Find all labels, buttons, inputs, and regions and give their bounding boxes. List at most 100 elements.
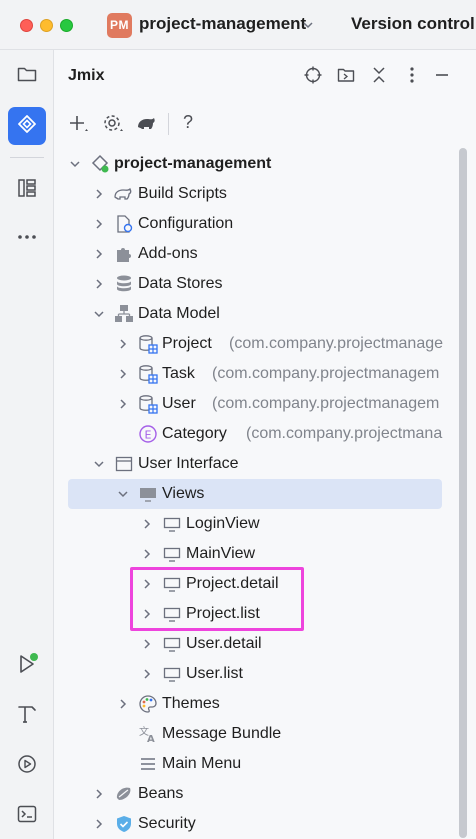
package-label: (com.company.projectmanagem [212, 395, 440, 412]
tree-item-user-entity[interactable]: User (com.company.projectmanagem [55, 389, 476, 419]
tree-item-message-bundle[interactable]: 文A Message Bundle [55, 719, 476, 749]
collapse-all-icon[interactable] [369, 65, 389, 85]
tree-item-views[interactable]: Views [55, 479, 476, 509]
settings-gear-icon[interactable] [102, 113, 124, 135]
tree-item-label: Main Menu [162, 755, 242, 772]
toolbar-divider [168, 113, 169, 135]
chevron-down-icon[interactable] [92, 457, 106, 471]
tree-item-user-detail[interactable]: User.detail [55, 629, 476, 659]
chevron-right-icon[interactable] [92, 247, 106, 261]
puzzle-icon [114, 244, 134, 264]
chevron-right-icon[interactable] [140, 607, 154, 621]
chevron-right-icon[interactable] [116, 337, 130, 351]
tree-item-add-ons[interactable]: Add-ons [55, 239, 476, 269]
structure-tool-button[interactable] [8, 171, 46, 209]
tree-item-label: User Interface [138, 455, 239, 472]
project-selector[interactable]: project-management [139, 14, 306, 34]
tool-window-strip [0, 50, 54, 839]
tree-item-user-list[interactable]: User.list [55, 659, 476, 689]
tree-item-security[interactable]: Security [55, 809, 476, 839]
tree-item-label: LoginView [186, 515, 260, 532]
options-menu-icon[interactable] [402, 65, 422, 85]
version-control-menu[interactable]: Version control [351, 14, 475, 34]
monitor-icon [162, 634, 182, 654]
tree-item-label: Themes [162, 695, 220, 712]
more-tools-button[interactable] [8, 220, 46, 258]
zoom-window-button[interactable] [60, 19, 73, 32]
jmix-panel: Jmix ? project-management Build Scripts [55, 50, 476, 839]
chevron-down-icon[interactable] [92, 307, 106, 321]
chevron-right-icon[interactable] [92, 217, 106, 231]
entity-icon [138, 394, 158, 414]
tree-item-login-view[interactable]: LoginView [55, 509, 476, 539]
svg-text:E: E [145, 429, 152, 442]
strip-divider [10, 157, 44, 158]
chevron-right-icon[interactable] [140, 547, 154, 561]
tree-item-project-entity[interactable]: Project (com.company.projectmanage [55, 329, 476, 359]
chevron-right-icon[interactable] [140, 637, 154, 651]
chevron-right-icon[interactable] [92, 817, 106, 831]
tree-item-label: Project.list [186, 605, 260, 622]
project-tool-button[interactable] [8, 57, 46, 95]
svg-text:A: A [147, 734, 155, 744]
run-tool-button[interactable] [8, 647, 46, 685]
window-icon [114, 454, 134, 474]
tree-item-data-stores[interactable]: Data Stores [55, 269, 476, 299]
project-badge[interactable]: PM [107, 13, 132, 38]
chevron-down-icon[interactable] [68, 157, 82, 171]
tree-item-user-interface[interactable]: User Interface [55, 449, 476, 479]
chevron-right-icon[interactable] [92, 277, 106, 291]
add-icon[interactable] [67, 113, 89, 135]
gradle-icon[interactable] [136, 113, 158, 135]
run-icon [15, 652, 39, 681]
chevron-right-icon[interactable] [140, 577, 154, 591]
tree-item-label: Data Model [138, 305, 220, 322]
package-label: (com.company.projectmana [246, 425, 443, 442]
tree-item-build-scripts[interactable]: Build Scripts [55, 179, 476, 209]
monitor-icon [138, 484, 158, 504]
chevron-down-icon[interactable] [301, 18, 315, 32]
hammer-icon [16, 703, 38, 730]
tree-item-configuration[interactable]: Configuration [55, 209, 476, 239]
tree-item-category-enum[interactable]: E Category (com.company.projectmana [55, 419, 476, 449]
tree-item-main-menu[interactable]: Main Menu [55, 749, 476, 779]
tree-item-label: Category [162, 425, 227, 442]
jmix-icon [16, 113, 38, 140]
chevron-right-icon[interactable] [140, 667, 154, 681]
jmix-tool-button[interactable] [8, 107, 46, 145]
chevron-right-icon[interactable] [116, 697, 130, 711]
chevron-right-icon[interactable] [92, 787, 106, 801]
terminal-tool-button[interactable] [8, 797, 46, 835]
translate-icon: 文A [138, 724, 158, 744]
chevron-right-icon[interactable] [116, 367, 130, 381]
tree-item-task-entity[interactable]: Task (com.company.projectmanagem [55, 359, 476, 389]
tree-item-label: Message Bundle [162, 725, 282, 742]
locate-icon[interactable] [303, 65, 323, 85]
monitor-icon [162, 604, 182, 624]
tree-item-data-model[interactable]: Data Model [55, 299, 476, 329]
monitor-icon [162, 664, 182, 684]
more-horizontal-icon [16, 226, 38, 253]
tree-item-main-view[interactable]: MainView [55, 539, 476, 569]
services-tool-button[interactable] [8, 747, 46, 785]
menu-icon [138, 754, 158, 774]
select-opened-file-icon[interactable] [336, 65, 356, 85]
monitor-icon [162, 514, 182, 534]
tree-item-label: Views [162, 485, 205, 502]
tree-root-project-management[interactable]: project-management [55, 149, 476, 179]
help-button[interactable]: ? [183, 112, 193, 133]
chevron-right-icon[interactable] [116, 397, 130, 411]
chevron-down-icon[interactable] [116, 487, 130, 501]
chevron-right-icon[interactable] [140, 517, 154, 531]
tree-item-beans[interactable]: Beans [55, 779, 476, 809]
minimize-window-button[interactable] [40, 19, 53, 32]
tree-item-themes[interactable]: Themes [55, 689, 476, 719]
enum-icon: E [138, 424, 158, 444]
close-window-button[interactable] [20, 19, 33, 32]
palette-icon [138, 694, 158, 714]
chevron-right-icon[interactable] [92, 187, 106, 201]
hide-panel-icon[interactable] [432, 65, 452, 85]
entity-icon [138, 364, 158, 384]
services-icon [16, 753, 38, 780]
build-tool-button[interactable] [8, 697, 46, 735]
